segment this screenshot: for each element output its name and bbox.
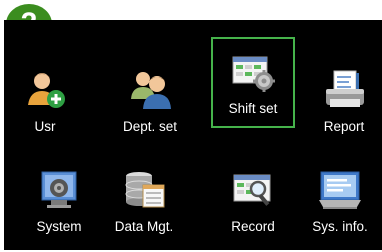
system-info-icon <box>317 169 363 211</box>
menu-item-report[interactable]: Report <box>302 55 382 145</box>
menu-item-data-mgt[interactable]: Data Mgt. <box>102 155 186 245</box>
menu-item-label: Dept. set <box>122 119 178 134</box>
menu-item-label: Data Mgt. <box>114 219 174 234</box>
add-user-icon <box>22 69 68 111</box>
menu-item-system[interactable]: System <box>17 155 101 245</box>
department-icon <box>127 69 173 111</box>
main-menu-screen: Usr Dept. set Shift set Report System Da… <box>4 20 382 250</box>
menu-item-dept-set[interactable]: Dept. set <box>108 55 192 145</box>
menu-item-label: Sys. info. <box>312 219 368 234</box>
shift-schedule-icon <box>230 51 276 93</box>
menu-item-sys-info[interactable]: Sys. info. <box>298 155 382 245</box>
menu-item-shift-set[interactable]: Shift set <box>211 37 295 128</box>
record-search-icon <box>230 169 276 211</box>
menu-item-label: Shift set <box>228 101 278 116</box>
database-icon <box>121 169 167 211</box>
report-printer-icon <box>321 69 367 111</box>
system-settings-icon <box>36 169 82 211</box>
menu-item-label: Usr <box>34 119 56 134</box>
menu-item-record[interactable]: Record <box>211 155 295 245</box>
menu-item-label: System <box>36 219 82 234</box>
menu-item-usr[interactable]: Usr <box>3 55 87 145</box>
menu-item-label: Report <box>323 119 365 134</box>
menu-item-label: Record <box>231 219 275 234</box>
